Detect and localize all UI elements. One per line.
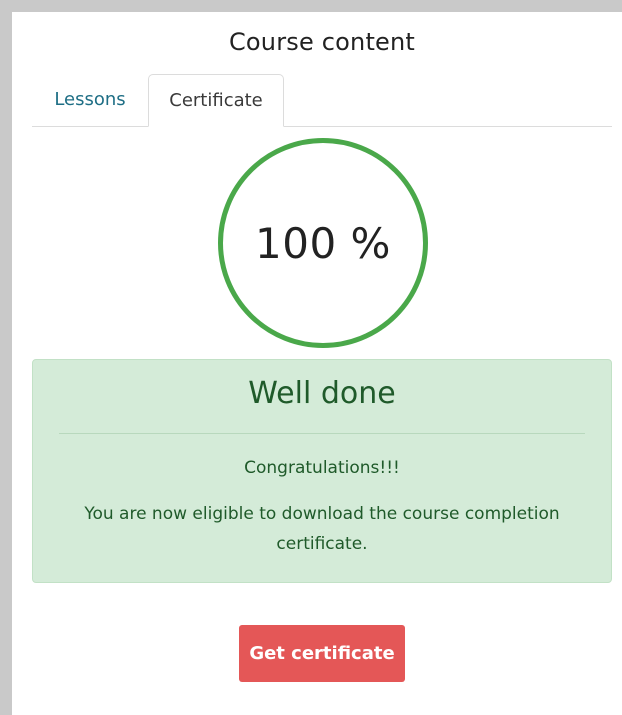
alert-heading: Well done: [248, 376, 396, 411]
course-content-panel: Course content Lessons Certificate 100 %…: [12, 12, 622, 715]
tab-lessons[interactable]: Lessons: [32, 74, 148, 125]
window-frame-top: [0, 0, 622, 12]
progress-ring: 100 %: [218, 138, 428, 348]
success-alert: Well done Congratulations!!! You are now…: [32, 359, 612, 583]
get-certificate-button[interactable]: Get certificate: [239, 625, 405, 682]
alert-eligibility-message: You are now eligible to download the cou…: [84, 504, 560, 554]
alert-divider: [59, 433, 585, 434]
alert-congratulations: Congratulations!!!: [244, 458, 400, 478]
panel-title: Course content: [228, 28, 416, 56]
course-tabs: Lessons Certificate: [32, 74, 612, 127]
tab-certificate[interactable]: Certificate: [148, 74, 284, 127]
progress-percentage: 100 %: [255, 218, 391, 268]
window-frame-left: [0, 0, 12, 715]
